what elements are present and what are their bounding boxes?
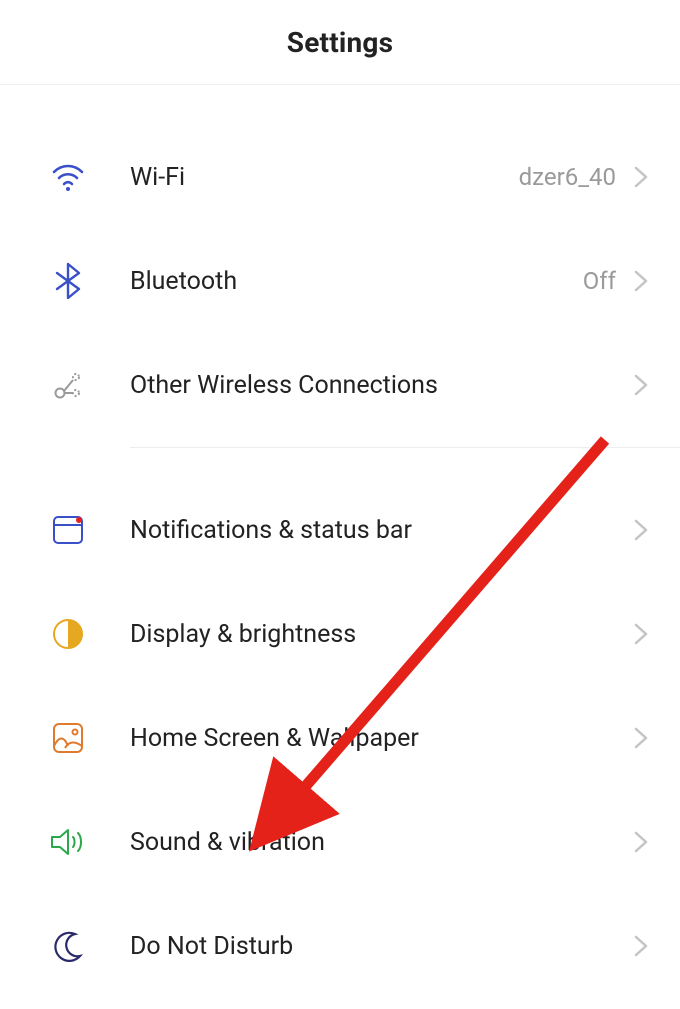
settings-item-sound[interactable]: Sound & vibration <box>0 790 680 894</box>
chevron-right-icon <box>630 935 652 957</box>
header: Settings <box>0 0 680 85</box>
settings-item-value: Off <box>583 267 616 295</box>
settings-item-display[interactable]: Display & brightness <box>0 582 680 686</box>
settings-item-label: Home Screen & Wallpaper <box>130 724 630 753</box>
wallpaper-icon <box>46 716 90 760</box>
settings-item-wifi[interactable]: Wi-Fi dzer6_40 <box>0 125 680 229</box>
chevron-right-icon <box>630 374 652 396</box>
page-title: Settings <box>287 26 393 59</box>
settings-item-notifications[interactable]: Notifications & status bar <box>0 478 680 582</box>
chevron-right-icon <box>630 166 652 188</box>
settings-item-dnd[interactable]: Do Not Disturb <box>0 894 680 998</box>
settings-item-label: Notifications & status bar <box>130 516 630 545</box>
settings-item-homescreen[interactable]: Home Screen & Wallpaper <box>0 686 680 790</box>
chevron-right-icon <box>630 270 652 292</box>
settings-item-label: Sound & vibration <box>130 828 630 857</box>
settings-item-label: Other Wireless Connections <box>130 371 630 400</box>
chevron-right-icon <box>630 727 652 749</box>
divider <box>130 447 680 448</box>
chevron-right-icon <box>630 831 652 853</box>
settings-item-label: Display & brightness <box>130 620 630 649</box>
settings-list: Wi-Fi dzer6_40 Bluetooth Off <box>0 85 680 998</box>
chevron-right-icon <box>630 623 652 645</box>
moon-icon <box>46 924 90 968</box>
share-icon <box>46 363 90 407</box>
half-circle-icon <box>46 612 90 656</box>
notification-panel-icon <box>46 508 90 552</box>
settings-item-label: Do Not Disturb <box>130 932 630 961</box>
settings-item-bluetooth[interactable]: Bluetooth Off <box>0 229 680 333</box>
chevron-right-icon <box>630 519 652 541</box>
bluetooth-icon <box>46 259 90 303</box>
settings-item-other-wireless[interactable]: Other Wireless Connections <box>0 333 680 437</box>
wifi-icon <box>46 155 90 199</box>
settings-item-value: dzer6_40 <box>519 163 616 191</box>
settings-item-label: Bluetooth <box>130 267 583 296</box>
settings-item-label: Wi-Fi <box>130 163 519 192</box>
sound-icon <box>46 820 90 864</box>
